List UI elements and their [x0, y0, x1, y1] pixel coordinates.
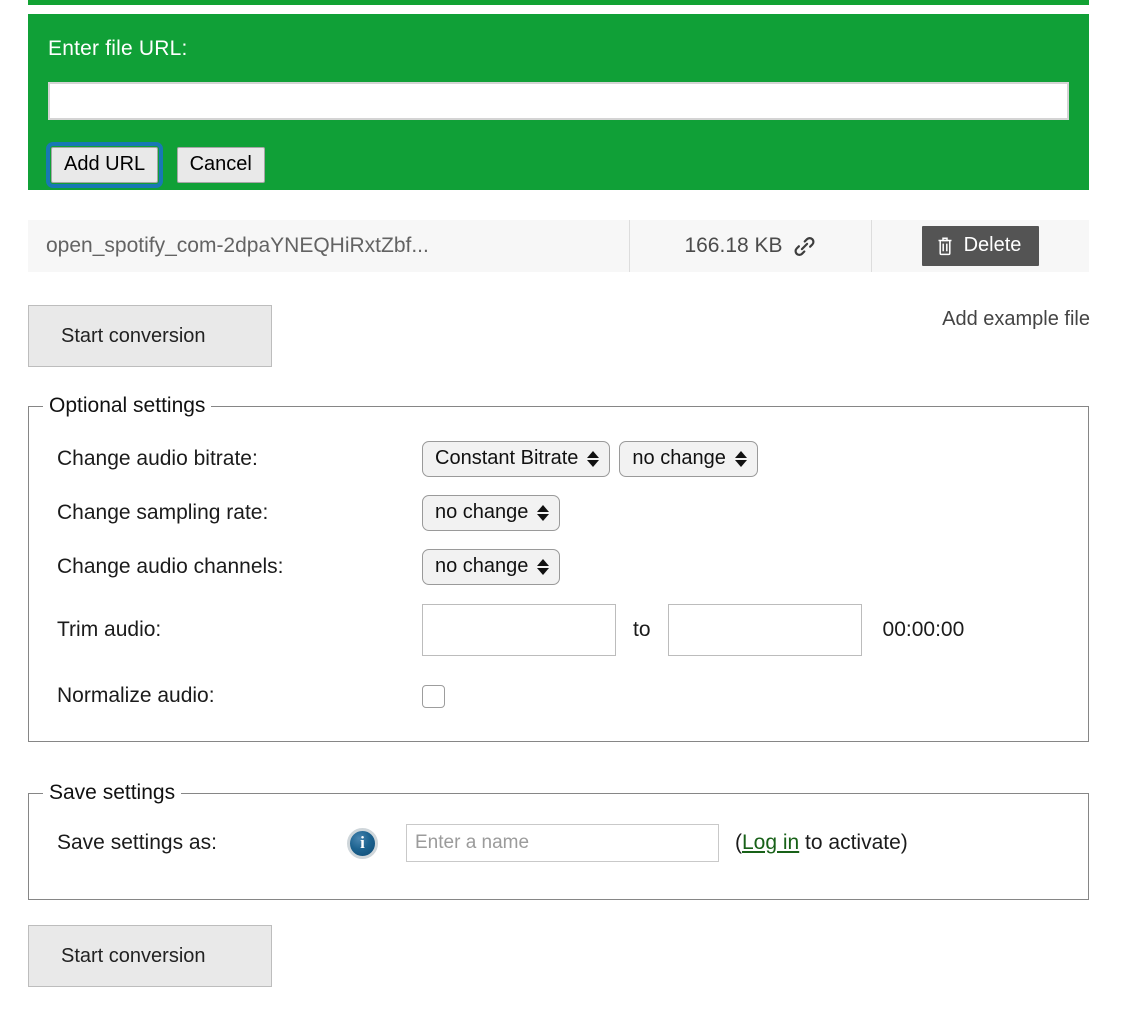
select-sampling-rate[interactable]: no change: [422, 495, 561, 531]
trim-separator-label: to: [633, 618, 651, 641]
login-activate-note: (Log in to activate): [735, 831, 908, 855]
url-panel-button-row: Add URL Cancel: [46, 142, 265, 188]
file-name-cell[interactable]: open_spotify_com-2dpaYNEQHiRxtZbf...: [28, 220, 630, 272]
save-settings-legend: Save settings: [49, 781, 176, 804]
optional-settings-fieldset: Optional settings Change audio bitrate: …: [28, 394, 1089, 742]
save-settings-fieldset: Save settings Save settings as: (Log in …: [28, 781, 1089, 900]
select-bitrate-mode[interactable]: Constant Bitrate: [422, 441, 611, 477]
file-list-row: open_spotify_com-2dpaYNEQHiRxtZbf... 166…: [28, 220, 1089, 272]
login-note-open-paren: (: [735, 831, 742, 854]
login-note-rest: to activate): [799, 831, 908, 854]
file-action-cell: Delete: [872, 220, 1089, 272]
label-save-settings-as: Save settings as:: [57, 831, 217, 854]
trim-end-input[interactable]: [667, 604, 862, 656]
label-change-audio-bitrate: Change audio bitrate:: [57, 447, 258, 470]
file-url-input[interactable]: [48, 82, 1069, 120]
trash-icon: [936, 236, 954, 256]
url-entry-panel: Enter file URL: Add URL Cancel: [28, 14, 1089, 190]
trim-start-input[interactable]: [422, 604, 616, 656]
info-icon[interactable]: [347, 827, 378, 859]
link-icon[interactable]: [792, 234, 817, 259]
row-change-audio-channels: Change audio channels: no change: [29, 540, 1088, 594]
log-in-link[interactable]: Log in: [742, 831, 799, 854]
controls-change-audio-channels: no change: [422, 549, 561, 585]
file-size-cell: 166.18 KB: [630, 220, 872, 272]
row-change-sampling-rate: Change sampling rate: no change: [29, 486, 1088, 540]
select-arrows-icon: [734, 450, 747, 467]
select-arrows-icon: [587, 450, 600, 467]
label-normalize-audio: Normalize audio:: [57, 684, 215, 707]
start-conversion-button-top[interactable]: Start conversion: [28, 305, 272, 367]
file-size-text: 166.18 KB: [684, 234, 783, 257]
file-name-text: open_spotify_com-2dpaYNEQHiRxtZbf...: [46, 234, 429, 257]
cancel-button[interactable]: Cancel: [176, 147, 265, 183]
select-arrows-icon: [537, 504, 550, 521]
optional-settings-legend: Optional settings: [49, 394, 206, 417]
select-arrows-icon: [537, 558, 550, 575]
add-url-focus-ring: Add URL: [46, 142, 164, 188]
label-change-sampling-rate: Change sampling rate:: [57, 501, 269, 524]
select-bitrate-value[interactable]: no change: [619, 441, 758, 477]
normalize-audio-checkbox[interactable]: [422, 684, 445, 708]
label-trim-audio: Trim audio:: [57, 618, 162, 641]
delete-button-label: Delete: [963, 234, 1022, 256]
label-change-audio-channels: Change audio channels:: [57, 555, 284, 578]
url-panel-label: Enter file URL:: [48, 37, 188, 60]
controls-normalize-audio: [422, 684, 445, 708]
controls-trim-audio: to 00:00:00: [422, 604, 964, 656]
select-bitrate-value-text: no change: [632, 447, 726, 469]
select-audio-channels[interactable]: no change: [422, 549, 561, 585]
add-example-file-link[interactable]: Add example file: [942, 308, 1090, 331]
top-accent-strip: [28, 0, 1089, 5]
row-save-settings-as: Save settings as: (Log in to activate): [29, 805, 1088, 881]
select-bitrate-mode-value: Constant Bitrate: [435, 447, 579, 469]
row-change-audio-bitrate: Change audio bitrate: Constant Bitrate n…: [29, 432, 1088, 486]
select-sampling-rate-value: no change: [435, 501, 529, 523]
optional-settings-rows: Change audio bitrate: Constant Bitrate n…: [29, 418, 1088, 726]
trim-duration-readout: 00:00:00: [882, 618, 965, 641]
controls-change-sampling-rate: no change: [422, 495, 561, 531]
row-trim-audio: Trim audio: to 00:00:00: [29, 594, 1088, 666]
controls-change-audio-bitrate: Constant Bitrate no change: [422, 441, 758, 477]
delete-button[interactable]: Delete: [921, 226, 1040, 266]
row-normalize-audio: Normalize audio:: [29, 666, 1088, 726]
select-audio-channels-value: no change: [435, 555, 529, 577]
add-url-button[interactable]: Add URL: [51, 147, 159, 183]
settings-name-input[interactable]: [406, 824, 719, 862]
start-conversion-button-bottom[interactable]: Start conversion: [28, 925, 272, 987]
